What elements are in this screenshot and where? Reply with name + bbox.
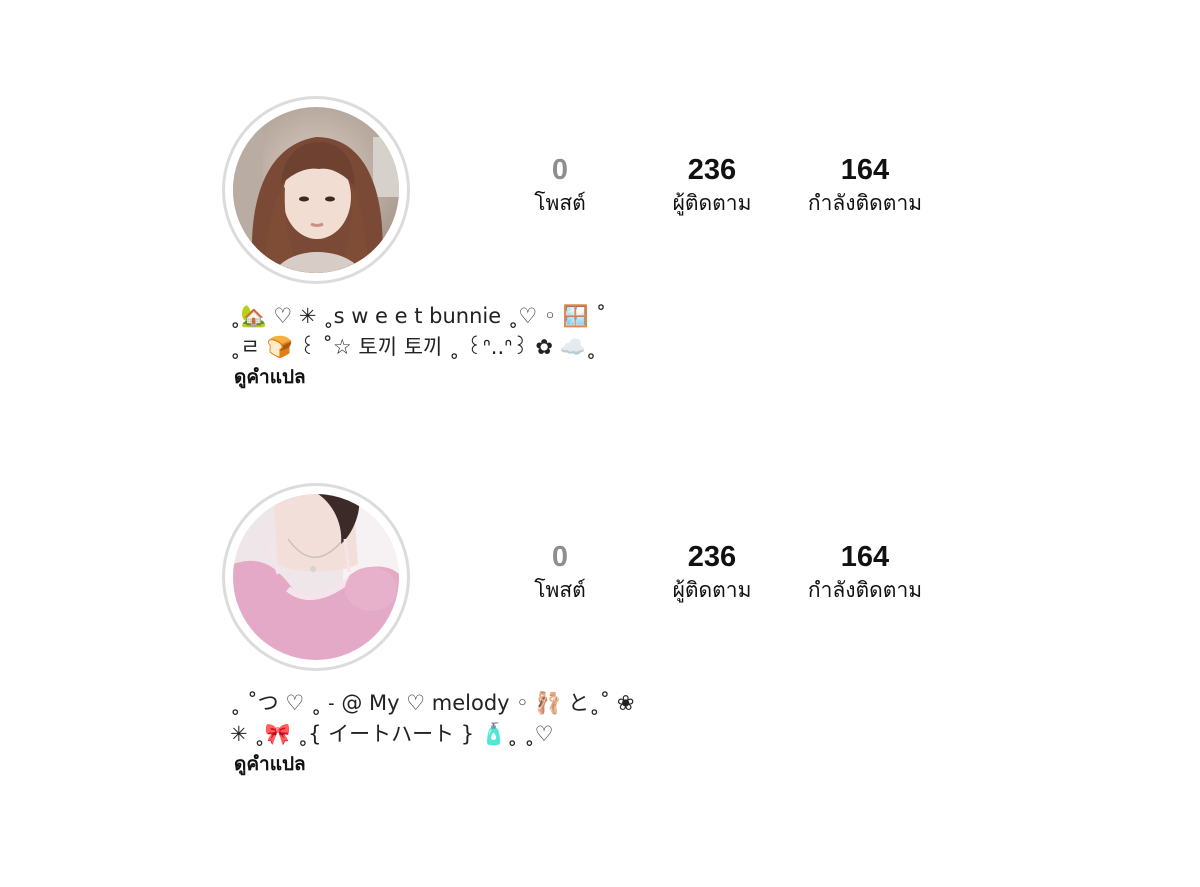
- profile-card-1: 0 โพสต์ 236 ผู้ติดตาม 164 กำลังติดตาม ˳🏡…: [0, 96, 1200, 396]
- following-label: กำลังติดตาม: [807, 578, 923, 602]
- following-count: 164: [840, 154, 890, 186]
- bio-line-2: ˳ㄹ 🍞 ꒰ ˚☆ 토끼 토끼 ˳ ꒰ᐢ..ᐢ꒱ ✿ ☁️˳: [230, 335, 597, 359]
- profile-avatar-ring[interactable]: [222, 483, 410, 671]
- avatar[interactable]: [233, 494, 399, 660]
- profile-card-2: 0 โพสต์ 236 ผู้ติดตาม 164 กำลังติดตาม ˳ …: [0, 483, 1200, 783]
- bio: ˳ ˚つ ♡ ˳ ˗ @ My ♡ melody ◦ 🩰 と˳˚ ❀ ✳ ˳🎀 …: [230, 688, 790, 778]
- following-stat[interactable]: 164 กำลังติดตาม: [775, 154, 955, 220]
- following-stat[interactable]: 164 กำลังติดตาม: [775, 541, 955, 607]
- see-translation-link[interactable]: ดูคำแปล: [234, 363, 306, 391]
- bio-line-2: ✳ ˳🎀 ˳{ イートハート } 🧴˳ ˳♡: [230, 722, 554, 746]
- bio: ˳🏡 ♡ ✳ ˳s w e e t bunnie ˳♡ ◦ 🪟 ˚ ˳ㄹ 🍞 ꒰…: [230, 301, 790, 391]
- bio-line-1: ˳🏡 ♡ ✳ ˳s w e e t bunnie ˳♡ ◦ 🪟 ˚: [230, 304, 607, 328]
- following-count: 164: [840, 541, 890, 573]
- avatar[interactable]: [233, 107, 399, 273]
- bio-line-1: ˳ ˚つ ♡ ˳ ˗ @ My ♡ melody ◦ 🩰 と˳˚ ❀: [230, 691, 635, 715]
- see-translation-link[interactable]: ดูคำแปล: [234, 750, 306, 778]
- following-label: กำลังติดตาม: [807, 191, 923, 215]
- profile-avatar-ring[interactable]: [222, 96, 410, 284]
